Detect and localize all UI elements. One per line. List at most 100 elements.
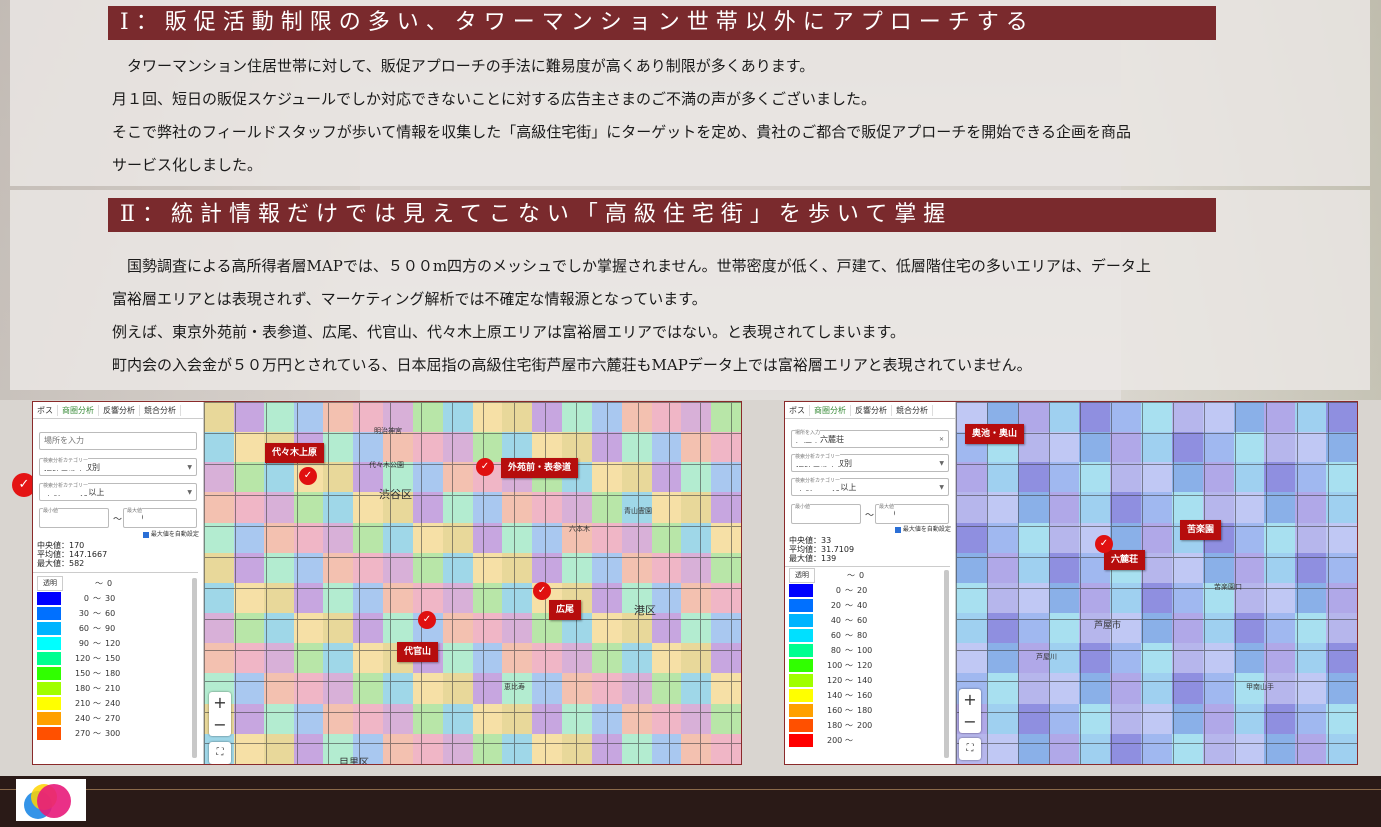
legend-tilde: ～ [93, 699, 101, 708]
legend-from: 240 [75, 714, 91, 723]
sub-category-caption: 検索分析カテゴリー [795, 472, 841, 490]
place-badge-rokurokuso[interactable]: 六麓荘 [1104, 550, 1146, 570]
median-text: 中央値：170 [37, 541, 85, 550]
check-pin-icon: ✓ [476, 458, 494, 476]
legend-row: 90 ～ 120 [37, 636, 129, 651]
tab-trade-area[interactable]: 商圏分析 [810, 404, 851, 416]
fullscreen-icon[interactable]: ⛶ [959, 738, 981, 760]
legend-tilde: ～ [93, 609, 101, 618]
place-badge-kurakuen[interactable]: 苦楽園 [1180, 520, 1222, 540]
section2-body: 国勢調査による高所得者層MAPでは、５００m四方のメッシュでしか掌握されません。… [112, 250, 1372, 382]
tab-pos[interactable]: ポス [33, 404, 58, 416]
legend-row: 180 ～ 210 [37, 681, 129, 696]
map-label: 青山霊園 [624, 507, 652, 515]
sub-category-select[interactable]: 検索分析カテゴリー 年収1500万以上 ▼ [39, 477, 197, 501]
place-caption: 場所を入力 [795, 424, 821, 442]
min-value-input[interactable]: 最小値 0 [791, 498, 861, 524]
check-pin-icon: ✓ [418, 611, 436, 629]
tab-pos[interactable]: ポス [785, 404, 810, 416]
legend-tilde: ～ [93, 669, 101, 678]
legend-row: 160 ～ 180 [789, 703, 881, 718]
legend-swatch: 透明 [37, 576, 63, 591]
legend-to: 0 [859, 571, 865, 580]
legend-tilde: ～ [845, 586, 853, 595]
legend-scrollbar[interactable] [192, 578, 197, 758]
chevron-down-icon: ▼ [187, 489, 192, 496]
legend-to: 180 [857, 706, 873, 715]
section2-line: 国勢調査による高所得者層MAPでは、５００m四方のメッシュでしか掌握されません。… [112, 257, 1151, 275]
auto-max-checkbox[interactable]: 最大値を自動設定 [143, 529, 199, 538]
legend-from: 180 [75, 684, 91, 693]
legend-from: 180 [827, 721, 843, 730]
place-badge-hiroo[interactable]: 広尾 [549, 600, 582, 620]
legend-to: 120 [857, 661, 873, 670]
zoom-in-button[interactable]: + [209, 692, 231, 714]
tab-response[interactable]: 反響分析 [99, 404, 140, 416]
map-view[interactable]: 渋谷区 港区 目黒区 明治神宮 代々木公園 恵比寿 六本木 青山霊園 代々木上原… [204, 402, 741, 764]
legend-swatch [789, 674, 813, 687]
place-search-input[interactable] [39, 432, 197, 450]
category-select[interactable]: 検索分析カテゴリー 推計世帯年収別 ▼ [791, 448, 949, 472]
place-badge-okuike[interactable]: 奥池・奥山 [965, 424, 1025, 444]
legend-from: 0 [835, 586, 841, 595]
place-search-input[interactable]: 場所を入力 芦屋市六麓荘 ✕ [791, 424, 949, 449]
chevron-down-icon: ▼ [939, 484, 944, 491]
map-label: 甲南山手 [1246, 683, 1274, 691]
legend-row: 200 ～ [789, 733, 881, 748]
max-value-input[interactable]: 最大値 200 [875, 498, 949, 524]
place-badge-yoyogi-uehara[interactable]: 代々木上原 [265, 443, 325, 463]
legend-row: 0 ～ 30 [37, 591, 129, 606]
tokyo-income-map: ポス 商圏分析 反響分析 競合分析 検索分析カテゴリー 推計世帯年収別 ▼ 検索… [32, 401, 742, 765]
category-select[interactable]: 検索分析カテゴリー 推計世帯年収別 ▼ [39, 452, 197, 476]
legend-row: 100 ～ 120 [789, 658, 881, 673]
zoom-in-button[interactable]: + [959, 689, 981, 711]
zoom-out-button[interactable]: − [209, 714, 231, 736]
legend-tilde: ～ [845, 721, 853, 730]
close-icon[interactable]: ✕ [939, 431, 944, 449]
max-caption: 最大値 [127, 502, 143, 520]
legend-to: 150 [105, 654, 121, 663]
legend-from: 120 [75, 654, 91, 663]
footer-bar [0, 776, 1381, 827]
legend-swatch [37, 652, 61, 665]
legend-from: 40 [830, 616, 841, 625]
check-pin-icon: ✓ [1095, 535, 1113, 553]
legend-tilde: ～ [845, 661, 853, 670]
auto-max-label: 最大値を自動設定 [902, 526, 951, 533]
legend-to: 210 [105, 684, 121, 693]
company-logo[interactable] [16, 779, 86, 821]
sub-category-select[interactable]: 検索分析カテゴリー 年収1500万以上 ▼ [791, 472, 949, 496]
legend-row: 60 ～ 90 [37, 621, 129, 636]
legend-swatch [37, 637, 61, 650]
legend-to: 80 [857, 631, 868, 640]
logo-circles-icon [24, 784, 71, 819]
place-badge-gaienmae[interactable]: 外苑前・表参道 [501, 458, 579, 478]
auto-max-checkbox[interactable]: 最大値を自動設定 [895, 524, 951, 533]
fullscreen-icon[interactable]: ⛶ [209, 742, 231, 764]
tab-response[interactable]: 反響分析 [851, 404, 892, 416]
legend-tilde: ～ [847, 571, 855, 580]
map-label: 代々木公園 [369, 461, 404, 469]
category-caption: 検索分析カテゴリー [795, 448, 841, 466]
min-caption: 最小値 [43, 502, 59, 520]
tab-competitor[interactable]: 競合分析 [892, 404, 933, 416]
tab-trade-area[interactable]: 商圏分析 [58, 404, 99, 416]
check-pin-icon: ✓ [533, 582, 551, 600]
place-badge-daikanyama[interactable]: 代官山 [397, 642, 439, 662]
legend-swatch [789, 659, 813, 672]
legend-tilde: ～ [93, 624, 101, 633]
legend-from: 90 [78, 639, 89, 648]
mean-text: 平均値：31.7109 [789, 545, 855, 554]
zoom-out-button[interactable]: − [959, 711, 981, 733]
legend-row: 40 ～ 60 [789, 613, 881, 628]
map-view[interactable]: 芦屋市 苦楽園口 芦屋川 甲南山手 奥池・奥山 苦楽園 六麓荘 ✓ + − ⛶ [956, 402, 1357, 764]
legend-scrollbar[interactable] [944, 570, 949, 758]
legend-to: 200 [857, 721, 873, 730]
legend-row: 140 ～ 160 [789, 688, 881, 703]
max-value-input[interactable]: 最大値 300 [123, 502, 197, 528]
map-label: 恵比寿 [504, 683, 525, 691]
tab-competitor[interactable]: 競合分析 [140, 404, 181, 416]
legend-from: 30 [78, 609, 89, 618]
legend-from: 120 [827, 676, 843, 685]
min-value-input[interactable]: 最小値 0 [39, 502, 109, 528]
